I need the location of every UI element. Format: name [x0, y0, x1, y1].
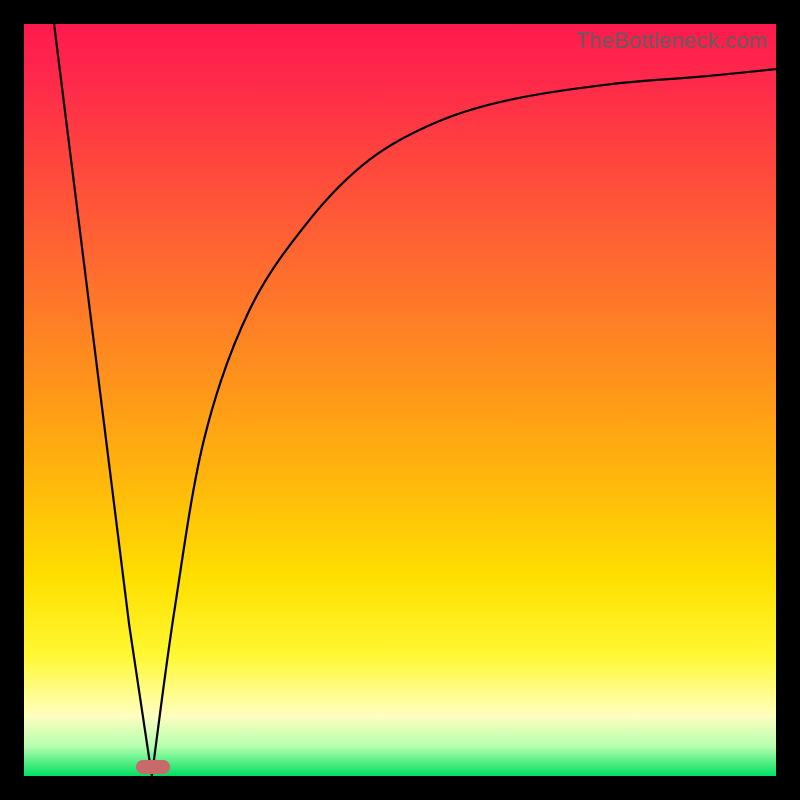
curve-path: [54, 24, 776, 776]
watermark-text: TheBottleneck.com: [576, 28, 768, 54]
chart-frame: TheBottleneck.com: [24, 24, 776, 776]
minimum-marker: [136, 760, 170, 774]
chart-curve: [24, 24, 776, 776]
